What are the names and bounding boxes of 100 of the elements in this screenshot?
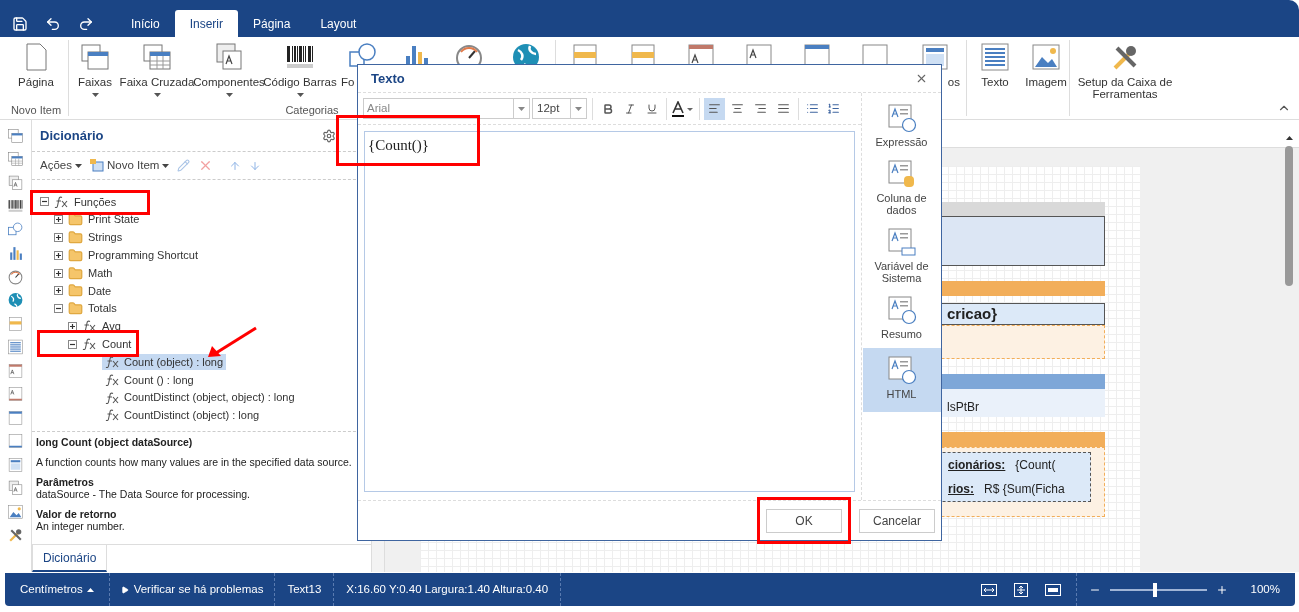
summary-label: cionários: <box>948 457 1006 474</box>
tree-item[interactable]: CountDistinct (object, object) : long <box>102 389 298 406</box>
expand-toggle[interactable] <box>54 250 63 260</box>
insert-mode-button[interactable]: Resumo <box>862 292 941 348</box>
function-icon <box>105 356 120 369</box>
caret-icon <box>225 93 233 97</box>
insert-mode-button[interactable]: Coluna de dados <box>862 156 941 224</box>
image-icon <box>1030 42 1062 72</box>
function-signature: long Count (object dataSource) <box>36 436 194 448</box>
expand-toggle[interactable] <box>54 233 63 242</box>
fit-width-icon[interactable] <box>980 583 997 596</box>
ribbon-button-label[interactable]: Página <box>18 76 54 88</box>
ribbon-button-label[interactable]: Setup da Caixa de Ferramentas <box>1070 76 1180 100</box>
image-icon <box>7 503 24 520</box>
redo-icon[interactable] <box>78 15 94 32</box>
font-color-icon[interactable] <box>671 100 695 117</box>
expand-toggle[interactable] <box>54 286 63 296</box>
ribbon-button-label[interactable]: Faixas <box>78 76 112 88</box>
field-expression: lsPtBr <box>947 400 979 414</box>
ribbon-button-label[interactable]: os <box>947 76 966 88</box>
tree-item[interactable]: Date <box>88 282 112 300</box>
tree-item[interactable]: Count () : long <box>102 371 197 388</box>
caret-icon <box>518 106 525 111</box>
ribbon-button-label[interactable]: Código Barras <box>263 76 337 88</box>
component-position: X:16.60 Y:0.40 Largura:1.40 Altura:0.40 <box>334 573 562 606</box>
toolbar-menu-button[interactable]: Novo Item <box>89 156 170 175</box>
expand-toggle[interactable] <box>54 215 63 225</box>
insert-mode-button[interactable]: Expressão <box>862 100 941 156</box>
folder-icon <box>68 283 83 299</box>
zoom-slider-thumb[interactable] <box>1153 582 1158 597</box>
component-name: Text13 <box>275 573 335 606</box>
function-icon <box>105 409 120 422</box>
text-align-button[interactable] <box>704 97 725 120</box>
insert-mode-button[interactable]: HTML <box>862 348 941 412</box>
font-size-select[interactable]: 12pt <box>532 98 587 119</box>
caret-icon <box>162 163 170 168</box>
tree-item[interactable]: Math <box>88 264 113 282</box>
insert-mode-button[interactable]: Variável de Sistema <box>862 224 941 292</box>
ribbon-group-label: Novo Item <box>10 103 62 116</box>
close-icon[interactable] <box>915 72 928 85</box>
tree-item[interactable]: Strings <box>88 229 123 246</box>
tree-item[interactable]: Print State <box>88 211 140 228</box>
check-issues-button[interactable]: Verificar se há problemas <box>109 573 276 606</box>
summary-label: rios: <box>948 481 974 498</box>
summary-expression: R$ {Sum(Ficha <box>984 481 1065 498</box>
italic-icon[interactable] <box>624 102 636 115</box>
caret-icon <box>86 587 94 592</box>
ribbon-tab[interactable]: Inserir <box>174 10 239 37</box>
components-icon <box>213 42 245 72</box>
actual-size-icon[interactable] <box>1044 583 1061 596</box>
zoom-in-icon[interactable] <box>1215 583 1228 596</box>
folder-icon <box>68 247 83 263</box>
bold-icon[interactable] <box>602 102 614 115</box>
ribbon-button-label[interactable]: Faixa Cruzada <box>119 76 195 88</box>
zoom-slider[interactable] <box>1109 582 1207 597</box>
band-icon <box>7 362 24 379</box>
caret-icon <box>91 93 99 97</box>
fit-height-icon[interactable] <box>1013 582 1028 597</box>
text-lines-icon <box>979 42 1011 72</box>
ribbon-button-label[interactable]: Componentes <box>193 76 265 88</box>
units-menu[interactable]: Centímetros <box>5 573 110 606</box>
ribbon-tab[interactable]: Início <box>116 10 175 37</box>
text-editor-area[interactable]: {Count()} <box>364 131 855 492</box>
ribbon-tab[interactable]: Página <box>238 10 306 37</box>
globe-icon <box>7 292 24 309</box>
new-item-icon <box>89 159 104 172</box>
dialog-button[interactable]: OK <box>766 509 842 533</box>
tree-item[interactable]: Count <box>102 336 132 353</box>
scrollbar-thumb[interactable] <box>1285 146 1293 286</box>
editor-text: {Count()} <box>368 137 430 153</box>
numbered-list-icon[interactable] <box>827 102 840 115</box>
ribbon-button-label[interactable]: Texto <box>981 76 1009 88</box>
undo-icon[interactable] <box>45 15 61 32</box>
bullet-list-icon[interactable] <box>806 102 819 115</box>
function-summary: A function counts how many values are in the specified data source. <box>36 456 353 468</box>
align-right-icon <box>754 102 767 115</box>
tree-item[interactable]: CountDistinct (object) : long <box>102 407 263 424</box>
tree-item[interactable]: Totals <box>88 300 117 317</box>
ribbon-tab[interactable]: Layout <box>305 10 372 37</box>
toolbar-menu-button[interactable]: Ações <box>40 156 82 175</box>
section-text: dataSource - The Data Source for processing. <box>36 488 251 500</box>
underline-icon[interactable] <box>646 102 658 115</box>
collapse-toggle[interactable] <box>54 304 63 314</box>
ribbon-button-label[interactable]: Imagem <box>1025 76 1067 88</box>
collapse-toggle[interactable] <box>40 197 49 207</box>
cross-band-icon <box>7 151 24 168</box>
variable-icon <box>886 227 917 257</box>
tree-item[interactable]: Count (object) : long <box>102 354 227 371</box>
expand-toggle[interactable] <box>54 268 63 278</box>
settings-icon[interactable] <box>322 128 336 143</box>
tree-item[interactable]: Programming Shortcut <box>88 247 199 264</box>
expand-toggle[interactable] <box>68 321 77 331</box>
save-icon[interactable] <box>12 15 28 32</box>
function-icon <box>105 373 120 386</box>
html-icon <box>886 355 917 385</box>
tree-item[interactable]: Funções <box>74 193 117 211</box>
dialog-button[interactable]: Cancelar <box>859 508 935 533</box>
font-select[interactable]: Arial <box>363 98 530 119</box>
collapse-toggle[interactable] <box>68 339 77 349</box>
function-icon <box>82 320 97 333</box>
